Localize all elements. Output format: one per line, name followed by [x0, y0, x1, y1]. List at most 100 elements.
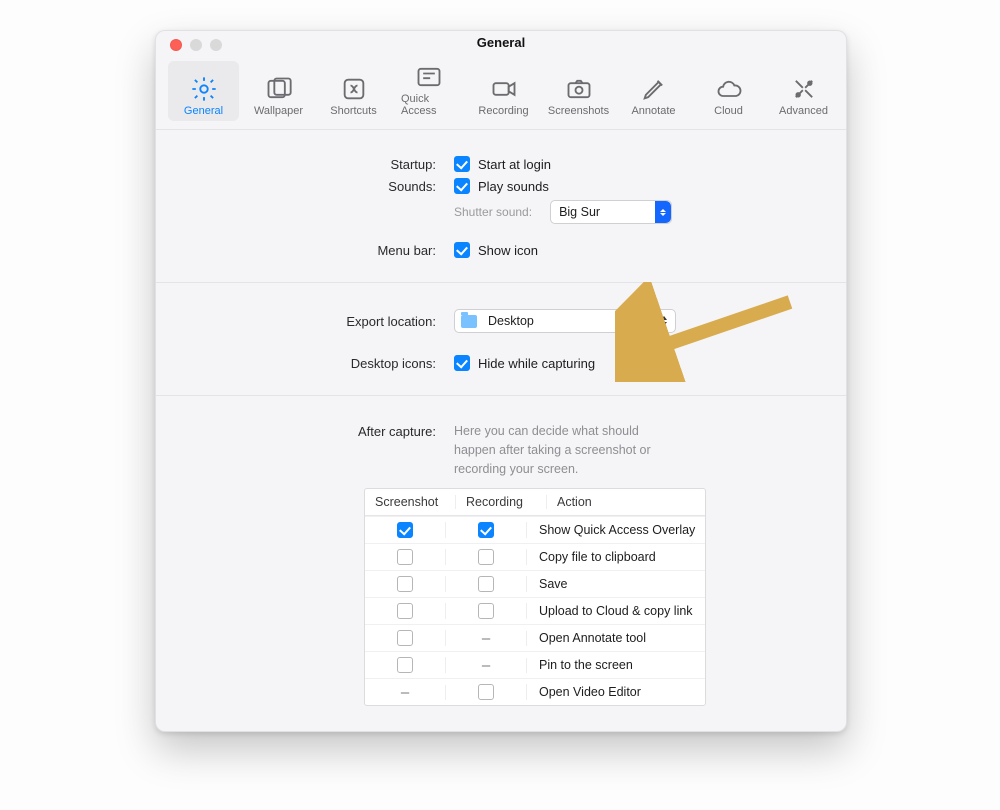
- table-row: Save: [365, 570, 705, 597]
- sounds-label: Sounds:: [186, 179, 454, 194]
- checkbox-off[interactable]: [397, 657, 413, 673]
- cell-recording: [446, 603, 527, 619]
- tab-label: Recording: [478, 105, 528, 117]
- cell-action: Show Quick Access Overlay: [527, 523, 705, 537]
- general-icon: [190, 77, 218, 101]
- table-header: Screenshot Recording Action: [365, 489, 705, 516]
- tab-label: Quick Access: [401, 93, 456, 117]
- wallpaper-icon: [265, 77, 293, 101]
- desktop-icons-label: Desktop icons:: [186, 356, 454, 371]
- tab-label: Shortcuts: [330, 105, 376, 117]
- cell-action: Copy file to clipboard: [527, 550, 705, 564]
- section-after-capture: After capture: Here you can decide what …: [156, 396, 846, 724]
- checkbox-off[interactable]: [478, 603, 494, 619]
- shortcuts-icon: [340, 77, 368, 101]
- tab-label: Advanced: [779, 105, 828, 117]
- table-row: Copy file to clipboard: [365, 543, 705, 570]
- advanced-icon: [790, 77, 818, 101]
- start-at-login-option[interactable]: Start at login: [454, 156, 551, 172]
- shutter-sound-value: Big Sur: [551, 205, 610, 219]
- cell-recording: –: [446, 658, 527, 673]
- checkbox-off[interactable]: [478, 549, 494, 565]
- quickaccess-icon: [415, 65, 443, 89]
- cell-screenshot: [365, 657, 446, 673]
- tab-label: Cloud: [714, 105, 743, 117]
- export-location-label: Export location:: [186, 314, 454, 329]
- hide-while-capturing-label: Hide while capturing: [478, 356, 595, 371]
- screenshots-icon: [565, 77, 593, 101]
- table-row: – Pin to the screen: [365, 651, 705, 678]
- cell-recording: [446, 549, 527, 565]
- play-sounds-option[interactable]: Play sounds: [454, 178, 549, 194]
- cell-recording: [446, 522, 527, 538]
- checkbox-off[interactable]: [397, 549, 413, 565]
- show-icon-option[interactable]: Show icon: [454, 242, 538, 258]
- table-row: Upload to Cloud & copy link: [365, 597, 705, 624]
- tab-screenshots[interactable]: Screenshots: [543, 61, 614, 121]
- chevrons-icon: [655, 201, 671, 223]
- cell-action: Pin to the screen: [527, 658, 705, 672]
- checkbox-off[interactable]: [397, 630, 413, 646]
- start-at-login-checkbox[interactable]: [454, 156, 470, 172]
- startup-label: Startup:: [186, 157, 454, 172]
- tab-general[interactable]: General: [168, 61, 239, 121]
- tab-about[interactable]: About: [843, 61, 847, 121]
- dash-icon: –: [482, 658, 490, 673]
- chevrons-icon: [657, 310, 671, 332]
- window-title: General: [156, 35, 846, 50]
- cell-screenshot: [365, 522, 446, 538]
- hide-while-capturing-option[interactable]: Hide while capturing: [454, 355, 595, 371]
- preferences-window: General General Wallpaper Shortcuts Quick A…: [155, 30, 847, 732]
- tab-label: Annotate: [631, 105, 675, 117]
- dash-icon: –: [482, 631, 490, 646]
- dash-icon: –: [401, 685, 409, 700]
- section-startup-sounds: Startup: Start at login Sounds: Play sou…: [156, 130, 846, 283]
- folder-icon: [461, 315, 477, 328]
- shutter-sound-select[interactable]: Big Sur: [550, 200, 672, 224]
- tab-annotate[interactable]: Annotate: [618, 61, 689, 121]
- after-capture-table: Screenshot Recording Action Show Quick A…: [364, 488, 706, 706]
- after-capture-hint: Here you can decide what should happen a…: [454, 422, 654, 478]
- titlebar: General: [156, 31, 846, 55]
- tab-advanced[interactable]: Advanced: [768, 61, 839, 121]
- cell-screenshot: [365, 549, 446, 565]
- cell-screenshot: –: [365, 685, 446, 700]
- col-recording: Recording: [456, 495, 547, 509]
- export-location-value: Desktop: [480, 314, 544, 328]
- show-icon-label: Show icon: [478, 243, 538, 258]
- shutter-sound-label: Shutter sound:: [454, 205, 532, 219]
- tab-quickaccess[interactable]: Quick Access: [393, 61, 464, 121]
- checkbox-off[interactable]: [478, 684, 494, 700]
- play-sounds-checkbox[interactable]: [454, 178, 470, 194]
- cell-action: Save: [527, 577, 705, 591]
- tab-cloud[interactable]: Cloud: [693, 61, 764, 121]
- cell-recording: [446, 684, 527, 700]
- hide-while-capturing-checkbox[interactable]: [454, 355, 470, 371]
- cell-recording: –: [446, 631, 527, 646]
- checkbox-on[interactable]: [397, 522, 413, 538]
- checkbox-off[interactable]: [478, 576, 494, 592]
- recording-icon: [490, 77, 518, 101]
- cell-action: Open Annotate tool: [527, 631, 705, 645]
- tab-recording[interactable]: Recording: [468, 61, 539, 121]
- tab-label: Wallpaper: [254, 105, 303, 117]
- show-icon-checkbox[interactable]: [454, 242, 470, 258]
- checkbox-off[interactable]: [397, 603, 413, 619]
- cell-action: Upload to Cloud & copy link: [527, 604, 705, 618]
- checkbox-on[interactable]: [478, 522, 494, 538]
- export-location-select[interactable]: Desktop: [454, 309, 676, 333]
- tab-shortcuts[interactable]: Shortcuts: [318, 61, 389, 121]
- col-action: Action: [547, 495, 705, 509]
- after-capture-label: After capture:: [186, 422, 454, 439]
- checkbox-off[interactable]: [397, 576, 413, 592]
- menubar-label: Menu bar:: [186, 243, 454, 258]
- tab-wallpaper[interactable]: Wallpaper: [243, 61, 314, 121]
- tab-label: Screenshots: [548, 105, 609, 117]
- section-export: Export location: Desktop Desktop icons:: [156, 283, 846, 396]
- table-row: – Open Annotate tool: [365, 624, 705, 651]
- preferences-tabs: General Wallpaper Shortcuts Quick Access Rec…: [156, 55, 846, 130]
- start-at-login-label: Start at login: [478, 157, 551, 172]
- cloud-icon: [715, 77, 743, 101]
- col-screenshot: Screenshot: [365, 495, 456, 509]
- cell-screenshot: [365, 603, 446, 619]
